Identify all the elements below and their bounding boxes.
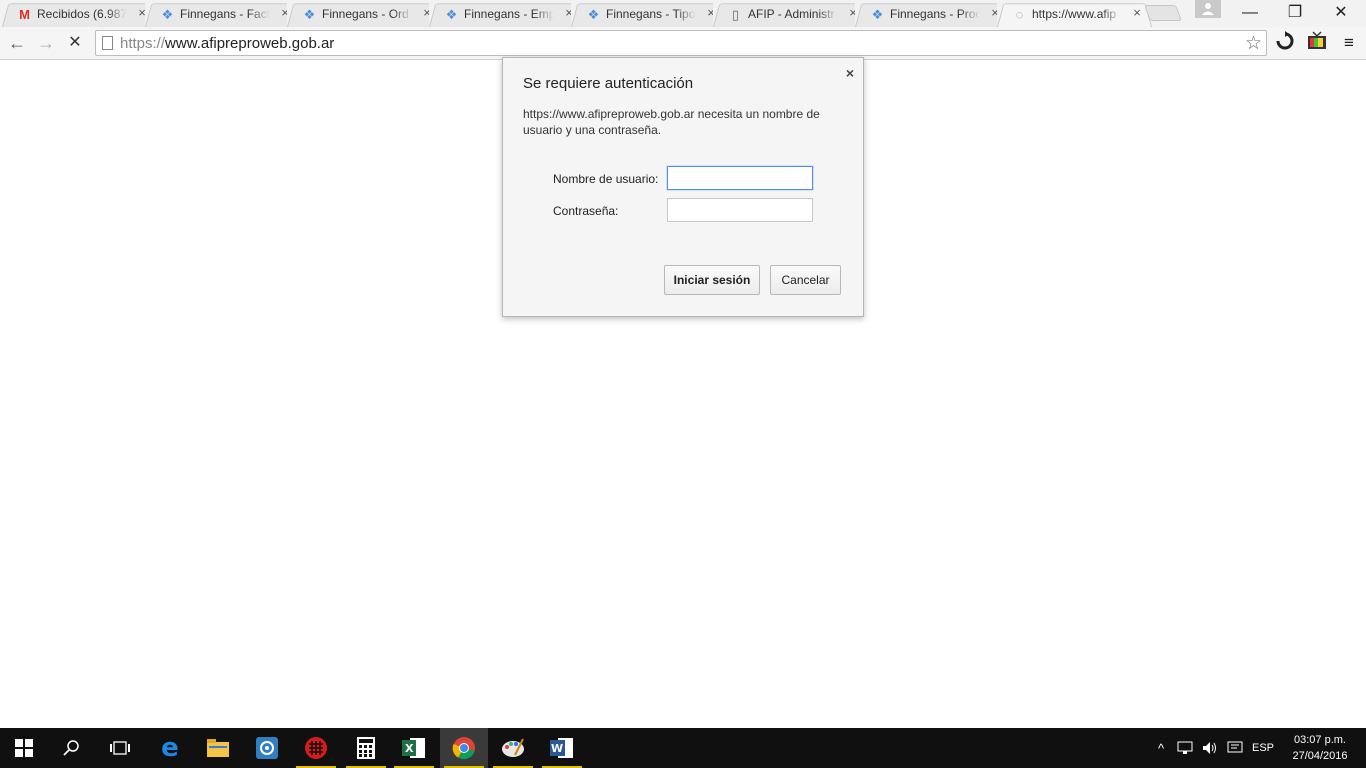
tab-finnegans-emp[interactable]: ❖ Finnegans - Emp × xyxy=(429,1,584,27)
tab-title: https://www.afip xyxy=(1032,7,1122,21)
forward-button[interactable]: → xyxy=(34,31,58,55)
tab-title: Finnegans - Emp xyxy=(464,7,554,21)
start-button[interactable] xyxy=(0,728,48,768)
new-tab-button[interactable] xyxy=(1144,5,1182,21)
finnegans-icon: ❖ xyxy=(303,6,316,22)
address-bar[interactable]: https://www.afipreproweb.gob.ar ☆ xyxy=(95,30,1267,56)
tab-strip: M Recibidos (6.987 × ❖ Finnegans - Fact … xyxy=(0,0,1366,27)
system-clock[interactable]: 03:07 p.m. 27/04/2016 xyxy=(1284,732,1356,764)
red-app-icon[interactable] xyxy=(292,728,340,768)
svg-text:X: X xyxy=(405,742,414,755)
tv-extension-icon[interactable] xyxy=(1304,31,1330,55)
tab-gmail[interactable]: M Recibidos (6.987 × xyxy=(2,1,157,27)
task-view-icon[interactable] xyxy=(96,728,144,768)
back-button[interactable]: ← xyxy=(5,31,29,55)
stop-button[interactable]: ✕ xyxy=(63,31,87,55)
clock-time: 03:07 p.m. xyxy=(1294,734,1346,746)
finnegans-icon: ❖ xyxy=(161,6,174,22)
network-icon[interactable] xyxy=(1174,728,1196,768)
login-button[interactable]: Iniciar sesión xyxy=(664,265,760,295)
document-icon: ▯ xyxy=(731,6,740,22)
restore-button[interactable]: ❐ xyxy=(1272,0,1318,26)
tab-title: Finnegans - Ord xyxy=(322,7,412,21)
word-icon[interactable]: W xyxy=(538,728,586,768)
url-text[interactable]: https://www.afipreproweb.gob.ar xyxy=(120,35,334,52)
svg-text:W: W xyxy=(551,742,563,755)
tab-title: AFIP - Administr xyxy=(748,7,838,21)
tab-afip[interactable]: ▯ AFIP - Administr × xyxy=(713,1,868,27)
auth-dialog: Se requiere autenticación × https://www.… xyxy=(502,57,864,317)
url-host: www.afipreproweb.gob.ar xyxy=(165,35,335,52)
finnegans-icon: ❖ xyxy=(871,6,884,22)
tab-title: Finnegans - Proc xyxy=(890,7,980,21)
url-scheme: https:// xyxy=(120,35,166,52)
minimize-button[interactable]: — xyxy=(1227,0,1273,26)
finnegans-icon: ❖ xyxy=(445,6,458,22)
close-window-button[interactable]: ✕ xyxy=(1318,0,1364,26)
username-label: Nombre de usuario: xyxy=(553,172,659,186)
action-center-icon[interactable] xyxy=(1224,728,1246,768)
volume-icon[interactable] xyxy=(1199,728,1221,768)
remote-app-icon[interactable] xyxy=(243,728,291,768)
loading-icon: ◌ xyxy=(1015,7,1024,22)
tab-close-icon[interactable]: × xyxy=(1130,6,1144,20)
dialog-title: Se requiere autenticación xyxy=(523,75,694,92)
page-icon xyxy=(102,36,113,50)
password-input[interactable] xyxy=(667,198,813,222)
finnegans-icon: ❖ xyxy=(587,6,600,22)
clock-date: 27/04/2016 xyxy=(1292,750,1348,762)
excel-icon[interactable]: X xyxy=(390,728,438,768)
search-icon[interactable] xyxy=(48,728,96,768)
gmail-icon: M xyxy=(19,7,30,22)
edge-icon[interactable]: e xyxy=(146,728,194,768)
dialog-close-icon[interactable]: × xyxy=(846,65,854,81)
sync-extension-icon[interactable] xyxy=(1272,31,1298,55)
language-indicator[interactable]: ESP xyxy=(1248,728,1278,768)
bookmark-star-icon[interactable]: ☆ xyxy=(1245,32,1262,55)
tab-title: Finnegans - Fact xyxy=(180,7,270,21)
username-input[interactable] xyxy=(667,166,813,190)
password-label: Contraseña: xyxy=(553,204,619,218)
tab-title: Recibidos (6.987 xyxy=(37,7,127,21)
chrome-icon[interactable] xyxy=(440,728,488,768)
cancel-button[interactable]: Cancelar xyxy=(770,265,841,295)
show-hidden-icons-chevron-icon[interactable]: ^ xyxy=(1152,728,1170,768)
profile-icon[interactable] xyxy=(1195,0,1221,18)
tab-finnegans-proc[interactable]: ❖ Finnegans - Proc × xyxy=(855,1,1010,27)
tab-title: Finnegans - Tipo xyxy=(606,7,696,21)
chrome-menu-icon[interactable]: ≡ xyxy=(1336,31,1362,55)
file-explorer-icon[interactable] xyxy=(194,728,242,768)
tab-finnegans-tipo[interactable]: ❖ Finnegans - Tipo × xyxy=(571,1,726,27)
dialog-message: https://www.afipreproweb.gob.ar necesita… xyxy=(523,107,820,137)
tab-finnegans-fact[interactable]: ❖ Finnegans - Fact × xyxy=(145,1,300,27)
calculator-icon[interactable] xyxy=(342,728,390,768)
tab-afipreproweb[interactable]: ◌ https://www.afip × xyxy=(997,1,1152,27)
browser-toolbar: ← → ✕ https://www.afipreproweb.gob.ar ☆ … xyxy=(0,27,1366,60)
tab-finnegans-ord[interactable]: ❖ Finnegans - Ord × xyxy=(287,1,442,27)
paint-icon[interactable] xyxy=(489,728,537,768)
windows-taskbar: e X W ^ ESP 03:07 p.m. 27/04/2016 xyxy=(0,728,1366,768)
